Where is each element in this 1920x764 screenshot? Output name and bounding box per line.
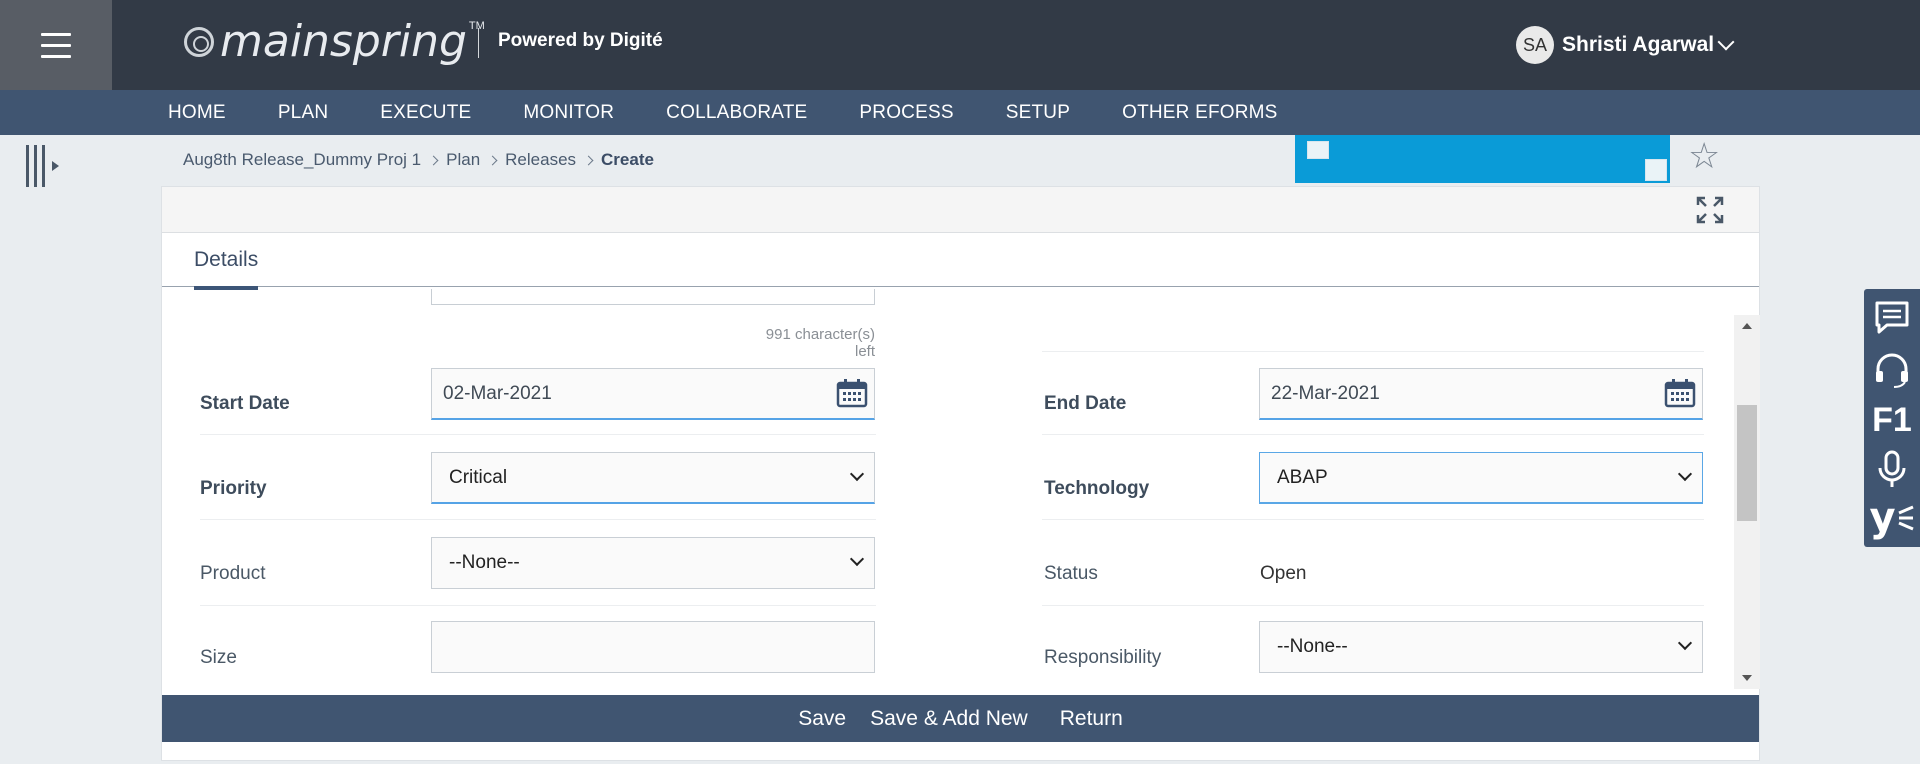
technology-select[interactable]: ABAP — [1259, 452, 1703, 504]
chevron-down-icon — [1677, 466, 1693, 482]
microphone-icon[interactable] — [1864, 445, 1920, 495]
chevron-down-icon — [1677, 635, 1693, 651]
divider — [200, 434, 876, 435]
sidebar-toggle-icon[interactable] — [26, 145, 62, 187]
nav-monitor[interactable]: MONITOR — [523, 102, 614, 124]
yammer-icon[interactable]: y — [1864, 493, 1920, 543]
priority-select[interactable]: Critical — [431, 452, 875, 504]
form-area: 991 character(s) left Start Date 02-Mar-… — [162, 289, 1722, 695]
chevron-right-icon — [487, 155, 498, 165]
priority-label: Priority — [200, 478, 267, 499]
scroll-down-icon[interactable] — [1742, 675, 1752, 681]
logo-text: mainspring — [220, 16, 467, 67]
powered-by-text: Powered by Digité — [498, 30, 663, 51]
product-label: Product — [200, 563, 266, 584]
end-date-value: 22-Mar-2021 — [1271, 383, 1380, 404]
breadcrumb-plan[interactable]: Plan — [446, 150, 480, 170]
end-date-field[interactable]: 22-Mar-2021 — [1259, 368, 1703, 420]
end-date-label: End Date — [1044, 393, 1127, 414]
main-nav: HOME PLAN EXECUTE MONITOR COLLABORATE PR… — [0, 90, 1920, 135]
broken-image-icon — [1645, 159, 1667, 181]
nav-plan[interactable]: PLAN — [278, 102, 328, 124]
mainspring-logo: mainspring TM — [184, 14, 485, 70]
divider — [200, 519, 876, 520]
chevron-right-icon — [583, 155, 594, 165]
promo-banner[interactable] — [1295, 135, 1670, 183]
help-widget-rail: F1 y — [1864, 289, 1920, 547]
return-button[interactable]: Return — [1060, 707, 1123, 731]
technology-label: Technology — [1044, 478, 1150, 499]
calendar-icon[interactable] — [836, 378, 868, 408]
expand-icon[interactable] — [1695, 195, 1725, 225]
hamburger-menu-icon[interactable] — [0, 0, 112, 90]
size-input[interactable] — [431, 621, 875, 673]
technology-value: ABAP — [1277, 467, 1328, 488]
tab-details[interactable]: Details — [194, 248, 259, 290]
divider — [1042, 605, 1704, 606]
product-value: --None-- — [449, 552, 520, 573]
nav-setup[interactable]: SETUP — [1006, 102, 1070, 124]
logo-swirl-icon — [184, 27, 214, 57]
logo-trademark: TM — [468, 20, 485, 32]
top-header: mainspring TM Powered by Digité SA Shris… — [0, 0, 1920, 90]
status-label: Status — [1044, 563, 1098, 584]
chevron-right-icon — [428, 155, 439, 165]
breadcrumb-releases[interactable]: Releases — [505, 150, 576, 170]
priority-value: Critical — [449, 467, 508, 488]
broken-image-icon — [1307, 141, 1329, 159]
save-add-new-button[interactable]: Save & Add New — [870, 707, 1028, 731]
scroll-up-icon[interactable] — [1742, 323, 1752, 329]
tab-bar: Details — [162, 234, 1759, 290]
breadcrumb-project[interactable]: Aug8th Release_Dummy Proj 1 — [183, 150, 421, 170]
divider — [200, 605, 876, 606]
char-counter: 991 character(s) left — [765, 326, 875, 360]
calendar-icon[interactable] — [1664, 378, 1696, 408]
divider — [1042, 351, 1704, 352]
chevron-down-icon — [849, 551, 865, 567]
save-button[interactable]: Save — [798, 707, 846, 731]
status-value: Open — [1260, 563, 1307, 584]
product-select[interactable]: --None-- — [431, 537, 875, 589]
logo-divider — [478, 28, 479, 58]
f1-label: F1 — [1872, 400, 1912, 439]
scrollbar-thumb[interactable] — [1737, 405, 1757, 521]
nav-other-eforms[interactable]: OTHER EFORMS — [1122, 102, 1277, 124]
divider — [1042, 434, 1704, 435]
start-date-label: Start Date — [200, 393, 290, 414]
user-name: Shristi Agarwal — [1562, 33, 1715, 56]
start-date-field[interactable]: 02-Mar-2021 — [431, 368, 875, 420]
user-menu[interactable]: SA Shristi Agarwal — [1516, 26, 1735, 64]
chevron-down-icon — [849, 466, 865, 482]
panel-toolbar — [162, 187, 1759, 233]
avatar: SA — [1516, 26, 1554, 64]
action-bar: Save Save & Add New Return — [162, 695, 1759, 742]
headset-icon[interactable] — [1864, 345, 1920, 395]
size-label: Size — [200, 647, 237, 668]
form-scrollbar[interactable] — [1734, 315, 1760, 689]
responsibility-value: --None-- — [1277, 636, 1348, 657]
breadcrumb: Aug8th Release_Dummy Proj 1 Plan Release… — [183, 150, 654, 170]
responsibility-label: Responsibility — [1044, 647, 1162, 668]
f1-help-icon[interactable]: F1 — [1864, 395, 1920, 445]
nav-process[interactable]: PROCESS — [859, 102, 953, 124]
chat-icon[interactable] — [1864, 293, 1920, 343]
yammer-label: y — [1869, 495, 1896, 541]
breadcrumb-current: Create — [601, 150, 654, 169]
start-date-value: 02-Mar-2021 — [443, 383, 552, 404]
release-form-panel: Details 991 character(s) left Start Date… — [161, 186, 1760, 761]
favorite-star-icon[interactable]: ☆ — [1688, 138, 1720, 174]
chevron-down-icon — [1717, 33, 1735, 51]
responsibility-select[interactable]: --None-- — [1259, 621, 1703, 673]
nav-execute[interactable]: EXECUTE — [380, 102, 471, 124]
divider — [1042, 519, 1704, 520]
nav-collaborate[interactable]: COLLABORATE — [666, 102, 807, 124]
nav-home[interactable]: HOME — [168, 102, 226, 124]
description-textarea[interactable] — [431, 289, 875, 305]
